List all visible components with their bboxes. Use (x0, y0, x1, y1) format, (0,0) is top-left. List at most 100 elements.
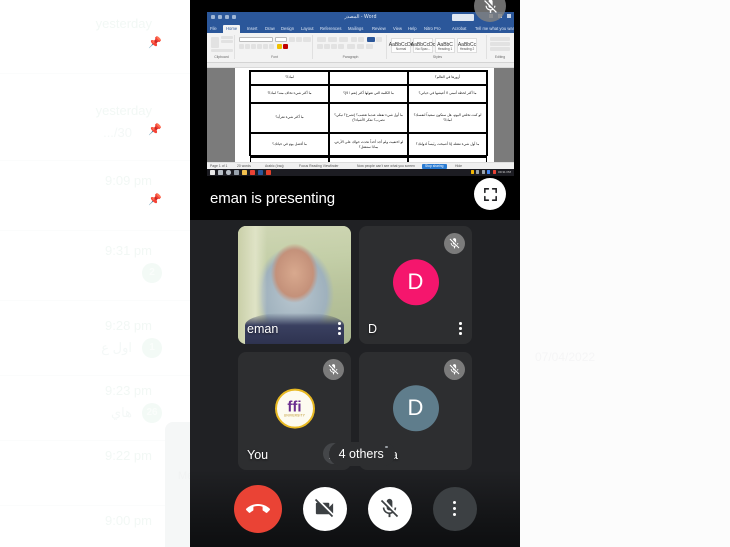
word-cut-icon[interactable] (221, 36, 233, 39)
word-close-icon[interactable] (507, 14, 511, 18)
chat-list-item[interactable]: 9:22 pm (0, 440, 190, 506)
word-ribbon-group-paragraph[interactable]: Paragraph (315, 35, 387, 59)
search-icon[interactable] (218, 170, 223, 175)
taskview-icon[interactable] (234, 170, 239, 175)
word-ribbon-tabs[interactable]: File Home Insert Draw Design Layout Refe… (207, 24, 514, 33)
word-font-color-icon[interactable] (283, 44, 288, 49)
word-tell-me-box[interactable]: Tell me what you want to do (475, 26, 514, 31)
chat-list-item[interactable]: 9:23 pm هاي 26 (0, 375, 190, 441)
volume-icon[interactable] (481, 170, 485, 174)
word-bullets-icon[interactable] (317, 37, 326, 42)
word-tab-draw[interactable]: Draw (265, 26, 275, 31)
word-tab-nitro-pro[interactable]: Nitro Pro (424, 26, 441, 31)
word-page[interactable]: لماذا؟ أزورها في العالم؟ ما أكثر شيء تخا… (235, 68, 494, 162)
hangup-button[interactable] (233, 484, 282, 533)
participant-tile-eman[interactable]: eman (238, 226, 351, 344)
word-borders-icon[interactable] (366, 44, 373, 49)
word-underline-icon[interactable] (251, 44, 256, 49)
word-ribbon-group-styles[interactable]: AaBbCcDc Normal AaBbCcDc No Spac... AaBb… (389, 35, 487, 59)
word-quick-access-toolbar[interactable] (211, 14, 236, 19)
word-ribbon-group-font[interactable]: Font (237, 35, 313, 59)
word-style-heading-1[interactable]: AaBbC Heading 1 (435, 38, 455, 53)
word-superscript-icon[interactable] (269, 44, 274, 49)
word-replace-icon[interactable] (490, 42, 510, 46)
word-copy-icon[interactable] (221, 40, 233, 43)
participant-tile-d[interactable]: D D (359, 226, 472, 344)
chat-list-item[interactable]: 9:31 pm 2 (0, 235, 190, 301)
word-sort-icon[interactable] (376, 37, 382, 42)
word-tab-references[interactable]: References (320, 26, 341, 31)
word-tab-help[interactable]: Help (408, 26, 417, 31)
participant-menu-d[interactable] (459, 322, 462, 335)
word-undo-icon[interactable] (218, 14, 222, 19)
other-participants-pill[interactable]: 4 others (328, 442, 395, 466)
word-align-left-icon[interactable] (317, 44, 323, 49)
word-font-size-combo[interactable] (275, 37, 287, 42)
acrobat-icon[interactable] (266, 170, 271, 175)
word-tab-mailings[interactable]: Mailings (348, 26, 363, 31)
word-ribbon-group-editing[interactable]: Editing (489, 35, 511, 59)
more-options-button[interactable] (432, 486, 477, 531)
explorer-icon[interactable] (242, 170, 247, 175)
word-bold-icon[interactable] (239, 44, 244, 49)
word-style-heading-2[interactable]: AaBbCc Heading 2 (457, 38, 477, 53)
word-increase-indent-icon[interactable] (358, 37, 364, 42)
word-highlight-icon[interactable] (277, 44, 282, 49)
battery-icon[interactable] (487, 170, 491, 174)
hide-sharing-button[interactable]: Hide (455, 164, 462, 168)
word-style-normal[interactable]: AaBbCcDc Normal (389, 38, 413, 53)
word-multilevel-list-icon[interactable] (339, 37, 348, 42)
chrome-icon[interactable] (250, 170, 255, 175)
chat-list-item[interactable]: 9:00 pm (0, 505, 190, 547)
word-tab-acrobat[interactable]: Acrobat (452, 26, 466, 31)
word-sign-in-button[interactable] (452, 14, 474, 21)
chat-list-item[interactable]: 9:09 pm 📌 (0, 165, 190, 231)
chat-list-item[interactable]: 9:28 pm اول ع 1 (0, 310, 190, 376)
word-line-spacing-icon[interactable] (347, 44, 355, 49)
word-strikethrough-icon[interactable] (257, 44, 262, 49)
word-italic-icon[interactable] (245, 44, 250, 49)
word-shrink-font-icon[interactable] (296, 37, 302, 42)
word-status-bar[interactable]: Page 1 of 1 20 words Arabic (Iraq) Focus… (207, 162, 514, 169)
word-style-no-spacing[interactable]: AaBbCcDc No Spac... (411, 38, 435, 53)
network-icon[interactable] (476, 170, 480, 174)
mic-toggle-button[interactable] (367, 486, 412, 531)
word-align-center-icon[interactable] (324, 44, 330, 49)
chat-list-item[interactable]: yesterday 📌 (0, 8, 190, 74)
cortana-icon[interactable] (226, 170, 231, 175)
antivirus-icon[interactable] (492, 170, 496, 174)
word-document-area[interactable]: لماذا؟ أزورها في العالم؟ ما أكثر شيء تخا… (207, 63, 514, 162)
word-format-painter-icon[interactable] (211, 49, 233, 52)
word-tab-home[interactable]: Home (223, 24, 241, 33)
participant-menu-eman[interactable] (338, 322, 341, 335)
word-tab-design[interactable]: Design (281, 26, 294, 31)
word-find-icon[interactable] (490, 37, 510, 41)
word-save-icon[interactable] (211, 14, 215, 19)
notification-warning-icon[interactable] (470, 170, 474, 174)
word-tab-file[interactable]: File (210, 26, 217, 31)
word-paste-icon[interactable] (211, 37, 219, 48)
word-redo-icon[interactable] (225, 14, 229, 19)
taskbar-icon-group[interactable] (210, 170, 271, 175)
word-shading-icon[interactable] (357, 44, 364, 49)
whatsapp-chat-list[interactable]: yesterday 📌 yesterday 30/... 📌 9:09 pm 📌 9:31 p… (0, 0, 190, 547)
word-decrease-indent-icon[interactable] (351, 37, 357, 42)
word-tab-view[interactable]: View (393, 26, 402, 31)
whatsapp-conversation-pane[interactable] (520, 0, 730, 547)
taskbar-system-tray[interactable]: 09:31 PM (470, 170, 511, 174)
word-justify-icon[interactable] (338, 44, 344, 49)
word-tab-insert[interactable]: Insert (247, 26, 257, 31)
camera-toggle-button[interactable] (302, 486, 347, 531)
word-tab-layout[interactable]: Layout (301, 26, 314, 31)
presentation-stage[interactable]: المصدر - Word File Home Insert Draw Desi… (190, 0, 520, 220)
word-font-name-combo[interactable] (239, 37, 273, 42)
windows-taskbar[interactable]: 09:31 PM (207, 169, 514, 176)
word-subscript-icon[interactable] (263, 44, 268, 49)
word-ribbon-group-clipboard[interactable]: Clipboard (209, 35, 235, 59)
fullscreen-button[interactable] (474, 178, 506, 210)
word-icon[interactable] (258, 170, 263, 175)
word-numbering-icon[interactable] (328, 37, 337, 42)
word-rtl-direction-icon[interactable] (367, 37, 375, 42)
start-icon[interactable] (210, 170, 215, 175)
word-customize-icon[interactable] (232, 14, 236, 19)
